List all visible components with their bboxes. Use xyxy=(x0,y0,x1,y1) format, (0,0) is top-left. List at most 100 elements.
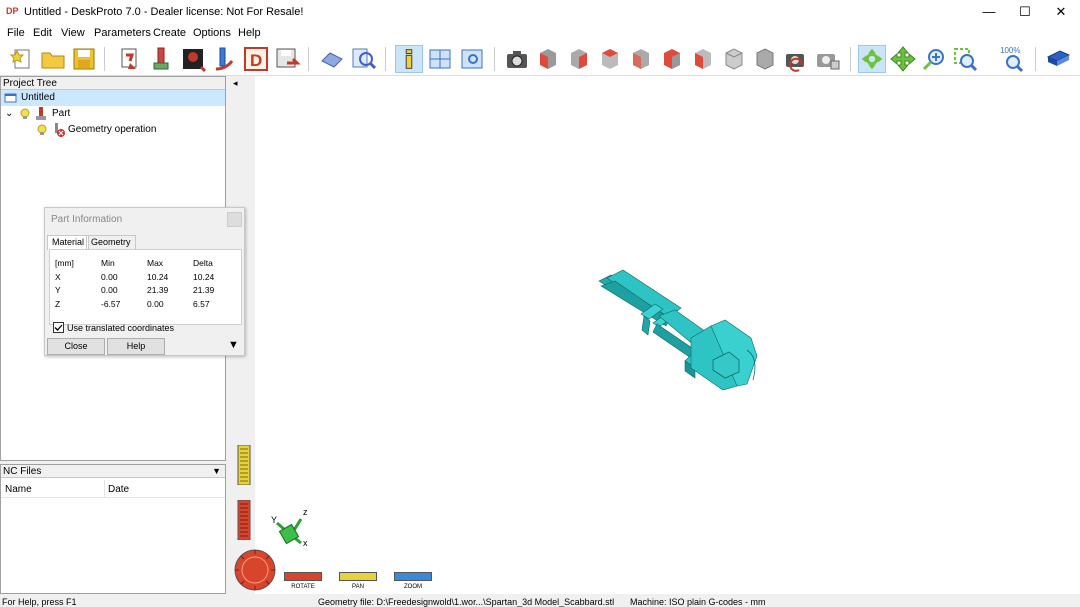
dialog-close-box[interactable] xyxy=(227,212,242,227)
row-z-delta: 6.57 xyxy=(193,299,210,309)
rotate-slider[interactable] xyxy=(284,572,322,581)
zoom-fit-icon[interactable]: 100% xyxy=(999,45,1027,73)
column-date[interactable]: Date xyxy=(108,484,129,495)
view-shaded-icon[interactable] xyxy=(751,45,779,73)
toolbar-separator xyxy=(850,47,851,71)
svg-text:D: D xyxy=(250,51,262,70)
close-window-button[interactable]: ✕ xyxy=(1044,0,1078,24)
screenshot-camera-icon[interactable] xyxy=(503,45,531,73)
tree-label-untitled: Untitled xyxy=(21,92,55,103)
view-iso-icon[interactable] xyxy=(534,45,562,73)
column-name[interactable]: Name xyxy=(5,484,32,495)
wizard-d-icon[interactable]: D xyxy=(242,45,270,73)
row-z-axis: Z xyxy=(55,299,61,309)
bitmap-import-icon[interactable] xyxy=(179,45,207,73)
minimize-button[interactable]: — xyxy=(972,0,1006,24)
view-back-icon[interactable] xyxy=(658,45,686,73)
row-y-axis: Y xyxy=(55,285,61,295)
close-button[interactable]: Close xyxy=(47,338,105,355)
project-tree-header: Project Tree xyxy=(1,77,225,90)
help-book-icon[interactable] xyxy=(1044,45,1072,73)
menu-options[interactable]: Options xyxy=(193,27,231,39)
translated-coords-checkbox[interactable] xyxy=(53,322,64,333)
axis-z-label: z xyxy=(303,507,308,517)
svg-text:100%: 100% xyxy=(1000,46,1020,55)
import-geometry-icon[interactable] xyxy=(116,45,144,73)
rotate-dial-icon[interactable] xyxy=(233,548,277,592)
pan-label: PAN xyxy=(352,584,364,590)
part-icon xyxy=(36,107,46,120)
tab-material[interactable]: Material xyxy=(47,235,90,250)
row-y-min: 0.00 xyxy=(101,285,118,295)
toolbar-separator xyxy=(385,47,386,71)
axis-triad: Y z x xyxy=(271,507,308,548)
nc-files-header: NC Files ▼ xyxy=(1,465,225,478)
row-x-min: 0.00 xyxy=(101,272,118,282)
main-toolbar: D 100% xyxy=(0,42,1080,76)
scene-canvas[interactable]: Y z x xyxy=(229,76,1080,594)
part-parameters-icon[interactable] xyxy=(148,45,176,73)
viewport-layout-icon[interactable] xyxy=(426,45,454,73)
menu-help[interactable]: Help xyxy=(238,27,261,39)
row-y-max: 21.39 xyxy=(147,285,169,295)
nc-files-panel: NC Files ▼ Name Date xyxy=(0,464,226,594)
tree-item-part[interactable]: ⌄ Part xyxy=(1,106,225,122)
menu-create[interactable]: Create xyxy=(153,27,186,39)
row-z-min: -6.57 xyxy=(101,299,121,309)
new-file-icon[interactable] xyxy=(8,45,36,73)
view-top-icon[interactable] xyxy=(627,45,655,73)
tree-item-untitled[interactable]: Untitled xyxy=(1,90,225,106)
dimensions-table: [mm] Min Max Delta X 0.00 10.24 10.24 Y … xyxy=(49,249,242,325)
operation-icon[interactable] xyxy=(210,45,238,73)
operation-error-icon xyxy=(55,123,65,137)
menu-edit[interactable]: Edit xyxy=(33,27,52,39)
lightbulb-icon[interactable] xyxy=(37,124,47,136)
nc-files-dropdown-icon[interactable]: ▼ xyxy=(212,465,221,478)
zoom-window-icon[interactable] xyxy=(951,45,979,73)
tab-geometry[interactable]: Geometry xyxy=(86,235,136,249)
menu-view[interactable]: View xyxy=(61,27,85,39)
save-icon[interactable] xyxy=(70,45,98,73)
expand-dialog-arrow-icon[interactable]: ▼ xyxy=(228,339,239,351)
collapse-panel-arrow-icon[interactable]: ◂ xyxy=(233,78,238,89)
tree-label-geometry-operation: Geometry operation xyxy=(68,124,157,135)
view-bottom-icon[interactable] xyxy=(720,45,748,73)
lightbulb-icon[interactable] xyxy=(20,108,30,120)
toolpath-preview-icon[interactable] xyxy=(458,45,486,73)
part-information-dialog: Part Information Material Geometry [mm] … xyxy=(44,207,245,356)
window-title: Untitled - DeskProto 7.0 - Dealer licens… xyxy=(24,6,304,18)
rotate-label: ROTATE xyxy=(291,584,315,590)
help-button[interactable]: Help xyxy=(107,338,165,355)
save-nc-icon[interactable] xyxy=(273,45,301,73)
tree-item-geometry-operation[interactable]: Geometry operation xyxy=(1,122,225,138)
table-header-unit: [mm] xyxy=(55,258,74,268)
view-left-icon[interactable] xyxy=(689,45,717,73)
menu-parameters[interactable]: Parameters xyxy=(94,27,151,39)
3d-viewport[interactable]: Y z x xyxy=(229,76,1080,594)
erase-icon[interactable] xyxy=(318,45,346,73)
zoom-slider[interactable] xyxy=(394,572,432,581)
pan-slider[interactable] xyxy=(339,572,377,581)
scabbard-model[interactable] xyxy=(598,269,758,391)
rotate-view-icon[interactable] xyxy=(858,45,886,73)
rotate-slider-vertical-icon[interactable] xyxy=(237,500,251,540)
part-info-icon[interactable] xyxy=(395,45,423,73)
view-front-icon[interactable] xyxy=(565,45,593,73)
expand-chevron-icon[interactable]: ⌄ xyxy=(5,106,13,122)
menu-file[interactable]: File xyxy=(7,27,25,39)
pan-view-icon[interactable] xyxy=(889,45,917,73)
menu-bar: File Edit View Parameters Create Options… xyxy=(0,24,1080,42)
inspect-zoom-icon[interactable] xyxy=(349,45,377,73)
column-divider[interactable] xyxy=(104,480,105,498)
maximize-button[interactable]: ☐ xyxy=(1008,0,1042,24)
view-right-icon[interactable] xyxy=(596,45,624,73)
zoom-view-icon[interactable] xyxy=(920,45,948,73)
open-folder-icon[interactable] xyxy=(39,45,67,73)
render-settings-icon[interactable] xyxy=(813,45,841,73)
zoom-slider-vertical-icon[interactable] xyxy=(237,445,251,485)
render-refresh-icon[interactable] xyxy=(782,45,810,73)
table-header-delta: Delta xyxy=(193,258,213,268)
row-y-delta: 21.39 xyxy=(193,285,215,295)
zoom-label: ZOOM xyxy=(404,584,422,590)
project-icon xyxy=(4,93,17,103)
